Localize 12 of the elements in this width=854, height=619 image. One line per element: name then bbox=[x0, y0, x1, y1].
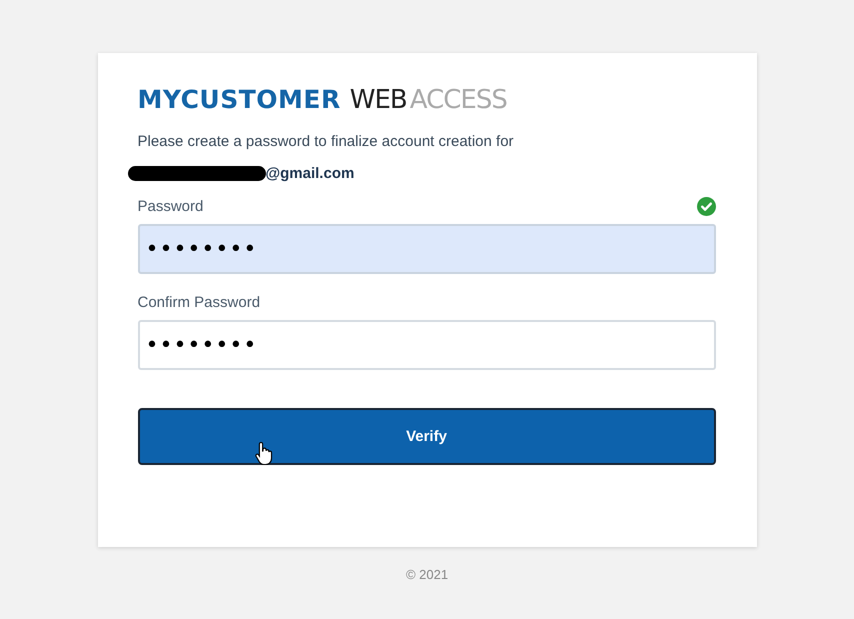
logo-text: WEB bbox=[350, 84, 407, 117]
intro-text: Please create a password to finalize account creation for bbox=[138, 133, 515, 150]
email-text: @gmail.com bbox=[266, 164, 354, 182]
copyright-text: © 2021 bbox=[406, 567, 448, 582]
verify-button[interactable]: Verify bbox=[138, 408, 716, 465]
password-field[interactable]: •••••••• bbox=[138, 224, 716, 274]
logo-text: ACCESS bbox=[410, 84, 507, 117]
password-field[interactable]: •••••••• bbox=[138, 320, 716, 370]
hand-cursor-icon bbox=[254, 441, 272, 465]
field-label: Password bbox=[138, 198, 204, 214]
logo-text: MYCUSTOMER bbox=[138, 84, 341, 116]
field-label: Confirm Password bbox=[138, 294, 260, 310]
